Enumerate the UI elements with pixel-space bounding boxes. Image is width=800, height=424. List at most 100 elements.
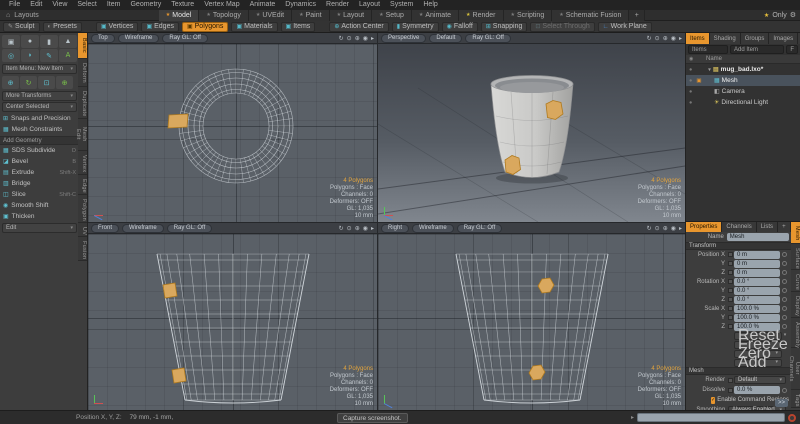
cube-tool-button[interactable]: ▣ — [2, 35, 20, 48]
scale-x-field[interactable]: 100.0 % — [734, 305, 780, 313]
render-dropdown[interactable]: Default — [734, 376, 786, 384]
edges-mode-button[interactable]: ▣ Edges — [141, 22, 179, 32]
menu-vertex-map[interactable]: Vertex Map — [199, 0, 244, 10]
channel-mini-button[interactable] — [728, 279, 733, 284]
menu-texture[interactable]: Texture — [166, 0, 199, 10]
orbit-icon[interactable]: ↻ — [339, 35, 344, 42]
raygl-button[interactable]: Ray GL: Off — [465, 34, 511, 43]
thicken-button[interactable]: ▣ Thicken — [0, 211, 79, 222]
snapping-button[interactable]: ⊞ Snapping — [481, 22, 528, 32]
layout-tab-layout[interactable]: ★ Layout — [330, 10, 373, 21]
tab-shading[interactable]: Shading — [710, 33, 741, 44]
tab-lists[interactable]: Lists — [757, 222, 778, 232]
tab-fusion[interactable]: Fusion — [78, 237, 87, 261]
visibility-dot-icon[interactable]: ● — [689, 78, 692, 84]
more-transforms-dropdown[interactable]: More Transforms — [2, 91, 77, 101]
tab-surface[interactable]: Surface — [791, 244, 800, 270]
menu-select[interactable]: Select — [72, 0, 101, 10]
orbit-icon[interactable]: ↻ — [647, 35, 652, 42]
tab-channels[interactable]: Channels — [722, 222, 756, 232]
menu-animate[interactable]: Animate — [245, 0, 281, 10]
presets-button[interactable]: ◐ Presets — [43, 22, 82, 32]
tab-mesh[interactable]: Mesh — [791, 222, 800, 244]
cylinder-tool-button[interactable]: ▮ — [40, 35, 58, 48]
raygl-button[interactable]: Ray GL: Off — [167, 224, 213, 233]
bridge-button[interactable]: ▥ Bridge — [0, 178, 79, 189]
viewport-right-canvas[interactable]: 4 Polygons Polygons : FaceChannels: 0 De… — [378, 234, 685, 410]
pan-icon[interactable]: ⊕ — [355, 35, 360, 42]
shade-icon[interactable]: ◉ — [363, 225, 368, 232]
channel-state-icon[interactable] — [782, 261, 787, 266]
tab-groups[interactable]: Groups — [741, 33, 770, 44]
channel-state-icon[interactable] — [782, 315, 787, 320]
text-tool-button[interactable]: A — [59, 49, 77, 62]
mesh-constraints-button[interactable]: ▦ Mesh Constraints — [0, 124, 79, 135]
tab-properties[interactable]: Properties — [686, 222, 722, 232]
layout-tab-topology[interactable]: ★ Topology — [199, 10, 249, 21]
pan-icon[interactable]: ⊕ — [355, 225, 360, 232]
menu-layout[interactable]: Layout — [354, 0, 385, 10]
scale-y-field[interactable]: 100.0 % — [734, 314, 780, 322]
add-geometry-section-header[interactable]: Add Geometry — [0, 136, 79, 145]
expander-icon[interactable]: ▾ — [706, 67, 713, 73]
tab-assembly[interactable]: Assembly — [791, 318, 800, 348]
center-selected-dropdown[interactable]: Center Selected — [2, 102, 77, 112]
item-menu-dropdown[interactable]: Item Menu: New Item — [2, 64, 77, 74]
more-options-button[interactable]: >> — [775, 399, 788, 407]
channel-mini-button[interactable] — [728, 324, 733, 329]
shading-mode-button[interactable]: Wireframe — [118, 34, 160, 43]
directional-light-row[interactable]: ● ☀ Directional Light — [686, 97, 800, 108]
orbit-icon[interactable]: ↻ — [647, 225, 652, 232]
zoom-icon[interactable]: ⊙ — [347, 35, 352, 42]
channel-mini-button[interactable] — [728, 252, 733, 257]
layout-tab-model[interactable]: ★ Model — [159, 10, 200, 21]
menu-item[interactable]: Item — [102, 0, 126, 10]
menu-dynamics[interactable]: Dynamics — [280, 0, 321, 10]
layout-tab-setup[interactable]: ★ Setup — [372, 10, 412, 21]
enable-command-regions-checkbox[interactable]: ✓ — [711, 397, 715, 404]
rotate-tool-button[interactable]: ↻ — [20, 76, 37, 89]
shading-mode-button[interactable]: Wireframe — [412, 224, 454, 233]
tab-uv[interactable]: UV — [78, 223, 87, 237]
zoom-icon[interactable]: ⊙ — [655, 225, 660, 232]
transform-tool-button[interactable]: ⊕ — [56, 76, 73, 89]
tab-mesh-edit[interactable]: Mesh Edit — [78, 119, 87, 151]
move-tool-button[interactable]: ⊕ — [2, 76, 19, 89]
add-layout-tab-button[interactable]: + — [629, 10, 645, 21]
shade-icon[interactable]: ◉ — [671, 225, 676, 232]
menu-arrow-icon[interactable]: ▸ — [679, 225, 682, 232]
edit-dropdown[interactable]: Edit — [2, 223, 77, 233]
tab-items[interactable]: Items — [686, 33, 710, 44]
shading-mode-button[interactable]: Wireframe — [122, 224, 164, 233]
tab-vertex[interactable]: Vertex — [78, 151, 87, 175]
channel-state-icon[interactable] — [782, 270, 787, 275]
torus-tool-button[interactable]: ◎ — [2, 49, 20, 62]
menu-system[interactable]: System — [385, 0, 418, 10]
menu-arrow-icon[interactable]: ▸ — [371, 35, 374, 42]
slice-button[interactable]: ◫ Slice Shift-C — [0, 189, 79, 200]
tab-curve[interactable]: Curve — [791, 270, 800, 292]
tab-basic[interactable]: Basic — [78, 33, 87, 59]
scene-row[interactable]: ● ▾ ▤ mug_bad.lxo* — [686, 64, 800, 75]
sphere-tool-button[interactable]: ● — [21, 35, 39, 48]
tab-tags[interactable]: Tags — [791, 390, 800, 408]
channel-mini-button[interactable] — [728, 306, 733, 311]
channel-state-icon[interactable] — [782, 279, 787, 284]
channel-mini-button[interactable] — [728, 315, 733, 320]
items-mode-button[interactable]: ▣ Items — [281, 22, 316, 32]
add-item-dropdown[interactable]: Add Item — [730, 45, 784, 54]
rotation-y-field[interactable]: 0.0 ° — [734, 287, 780, 295]
falloff-button[interactable]: ◉ Falloff — [442, 22, 478, 32]
action-center-button[interactable]: ⊕ Action Center — [329, 22, 388, 32]
tab-deform[interactable]: Deform — [78, 59, 87, 87]
select-through-button[interactable]: ⊡ Select Through — [530, 22, 594, 32]
layout-tab-uvedit[interactable]: ★ UVEdit — [249, 10, 292, 21]
rotation-x-field[interactable]: 0.0 ° — [734, 278, 780, 286]
vertices-mode-button[interactable]: ▣ Vertices — [96, 22, 139, 32]
sculpt-button[interactable]: ✎ Sculpt — [3, 22, 40, 32]
only-toggle[interactable]: ★ Only ⚙ — [764, 11, 800, 19]
position-y-field[interactable]: 0 m — [734, 260, 780, 268]
tab-polygon[interactable]: Polygon — [78, 195, 87, 223]
zoom-icon[interactable]: ⊙ — [655, 35, 660, 42]
visibility-dot-icon[interactable]: ● — [689, 67, 692, 73]
